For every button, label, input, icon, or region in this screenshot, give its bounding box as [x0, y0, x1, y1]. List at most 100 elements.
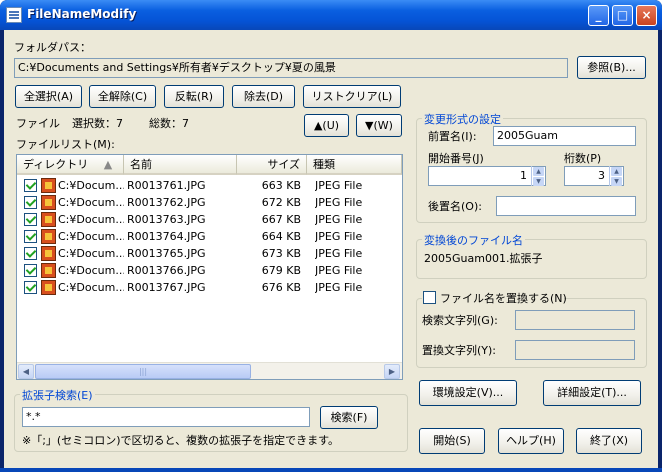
row-name: R0013761.JPG — [127, 179, 206, 192]
row-directory: C:¥Docum... — [58, 281, 124, 294]
jpeg-file-icon — [41, 280, 56, 295]
column-header-size[interactable]: サイズ — [237, 155, 307, 175]
scroll-left-icon[interactable]: ◀ — [18, 364, 34, 379]
jpeg-file-icon — [41, 229, 56, 244]
spin-down-icon[interactable]: ▼ — [533, 177, 544, 186]
row-directory: C:¥Docum... — [58, 179, 124, 192]
maximize-button[interactable]: □ — [612, 5, 633, 26]
table-row[interactable]: C:¥Docum... R0013761.JPG 663 KB JPEG File — [17, 177, 402, 194]
spin-up-icon[interactable]: ▲ — [611, 167, 622, 176]
help-button[interactable]: ヘルプ(H) — [498, 428, 564, 454]
start-number-label: 開始番号(J) — [428, 152, 484, 165]
jpeg-file-icon — [41, 212, 56, 227]
jpeg-file-icon — [41, 246, 56, 261]
replace-toggle[interactable]: ファイル名を置換する(N) — [422, 290, 567, 305]
row-checkbox[interactable] — [24, 281, 37, 294]
scroll-right-icon[interactable]: ▶ — [384, 364, 400, 379]
start-button[interactable]: 開始(S) — [419, 428, 485, 454]
format-group-title: 変更形式の設定 — [422, 111, 503, 127]
prefix-label: 前置名(I): — [428, 130, 477, 143]
folder-path-label: フォルダパス： — [14, 41, 91, 54]
column-header-directory[interactable]: ディレクトリ ▲ — [17, 155, 124, 175]
row-type: JPEG File — [315, 230, 363, 243]
table-row[interactable]: C:¥Docum... R0013767.JPG 676 KB JPEG File — [17, 279, 402, 296]
row-type: JPEG File — [315, 179, 363, 192]
jpeg-file-icon — [41, 178, 56, 193]
file-label: ファイル — [16, 117, 60, 130]
row-name: R0013765.JPG — [127, 247, 206, 260]
invert-selection-button[interactable]: 反転(R) — [164, 85, 224, 108]
row-type: JPEG File — [315, 196, 363, 209]
replace-string-label: 置換文字列(Y): — [422, 344, 497, 357]
replace-title: ファイル名を置換する(N) — [440, 292, 567, 305]
row-name: R0013762.JPG — [127, 196, 206, 209]
table-row[interactable]: C:¥Docum... R0013765.JPG 673 KB JPEG File — [17, 245, 402, 262]
browse-button[interactable]: 参照(B)... — [577, 56, 646, 79]
column-header-name[interactable]: 名前 — [124, 155, 237, 175]
window-frame — [0, 468, 662, 472]
deselect-all-button[interactable]: 全解除(C) — [89, 85, 156, 108]
row-checkbox[interactable] — [24, 247, 37, 260]
selected-count: 選択数：7 — [72, 117, 123, 130]
row-size: 663 KB — [261, 179, 301, 192]
environment-settings-button[interactable]: 環境設定(V)... — [419, 380, 517, 406]
file-list[interactable]: ディレクトリ ▲ 名前 サイズ 種類 C:¥Docum... R0013761.J… — [16, 154, 403, 380]
row-directory: C:¥Docum... — [58, 264, 124, 277]
spin-up-icon[interactable]: ▲ — [533, 167, 544, 176]
select-all-button[interactable]: 全選択(A) — [15, 85, 82, 108]
extension-note: ※「;」(セミコロン)で区切ると、複数の拡張子を指定できます。 — [22, 434, 339, 447]
table-row[interactable]: C:¥Docum... R0013766.JPG 679 KB JPEG File — [17, 262, 402, 279]
list-clear-button[interactable]: リストクリア(L) — [303, 85, 401, 108]
row-directory: C:¥Docum... — [58, 196, 124, 209]
digits-label: 桁数(P) — [564, 152, 602, 165]
row-size: 679 KB — [261, 264, 301, 277]
client-area: フォルダパス： C:¥Documents and Settings¥所有者¥デス… — [4, 30, 658, 468]
spin-down-icon[interactable]: ▼ — [611, 177, 622, 186]
extension-search-button[interactable]: 検索(F) — [320, 406, 378, 429]
row-checkbox[interactable] — [24, 264, 37, 277]
row-size: 673 KB — [261, 247, 301, 260]
table-row[interactable]: C:¥Docum... R0013763.JPG 667 KB JPEG File — [17, 211, 402, 228]
extension-search-input[interactable]: *.* — [22, 407, 310, 427]
row-directory: C:¥Docum... — [58, 247, 124, 260]
preview-group-title: 変換後のファイル名 — [422, 232, 525, 248]
folder-path-field[interactable]: C:¥Documents and Settings¥所有者¥デスクトップ¥夏の風… — [14, 58, 568, 78]
replace-string-input[interactable] — [515, 340, 635, 360]
start-number-spinner[interactable]: ▲ ▼ — [531, 166, 545, 186]
horizontal-scrollbar[interactable]: ◀ ||| ▶ — [17, 362, 402, 379]
extension-search-title: 拡張子検索(E) — [20, 387, 95, 403]
table-row[interactable]: C:¥Docum... R0013762.JPG 672 KB JPEG File — [17, 194, 402, 211]
row-checkbox[interactable] — [24, 196, 37, 209]
row-type: JPEG File — [315, 247, 363, 260]
row-directory: C:¥Docum... — [58, 213, 124, 226]
move-up-button[interactable]: ▲(U) — [304, 114, 349, 137]
scroll-thumb[interactable]: ||| — [35, 364, 251, 379]
row-type: JPEG File — [315, 213, 363, 226]
row-name: R0013766.JPG — [127, 264, 206, 277]
suffix-input[interactable] — [496, 196, 636, 216]
remove-button[interactable]: 除去(D) — [232, 85, 295, 108]
table-row[interactable]: C:¥Docum... R0013764.JPG 664 KB JPEG File — [17, 228, 402, 245]
start-number-input[interactable]: 1 — [428, 166, 546, 186]
app-window: FileNameModify _ □ × フォルダパス： C:¥Document… — [0, 0, 662, 472]
close-button[interactable]: × — [636, 5, 657, 26]
file-list-label: ファイルリスト(M): — [16, 138, 115, 151]
row-name: R0013763.JPG — [127, 213, 206, 226]
prefix-input[interactable]: 2005Guam — [493, 126, 636, 146]
column-header-type[interactable]: 種類 — [307, 155, 402, 175]
minimize-button[interactable]: _ — [588, 5, 609, 26]
search-string-input[interactable] — [515, 310, 635, 330]
title-bar[interactable]: FileNameModify _ □ × — [0, 0, 662, 30]
row-size: 667 KB — [261, 213, 301, 226]
digits-spinner[interactable]: ▲ ▼ — [609, 166, 623, 186]
exit-button[interactable]: 終了(X) — [576, 428, 642, 454]
row-checkbox[interactable] — [24, 179, 37, 192]
row-checkbox[interactable] — [24, 230, 37, 243]
detail-settings-button[interactable]: 詳細設定(T)... — [543, 380, 641, 406]
window-title: FileNameModify — [27, 7, 137, 21]
move-down-button[interactable]: ▼(W) — [356, 114, 402, 137]
sort-ascending-icon: ▲ — [103, 158, 113, 171]
row-directory: C:¥Docum... — [58, 230, 124, 243]
replace-checkbox[interactable] — [423, 291, 436, 304]
row-checkbox[interactable] — [24, 213, 37, 226]
